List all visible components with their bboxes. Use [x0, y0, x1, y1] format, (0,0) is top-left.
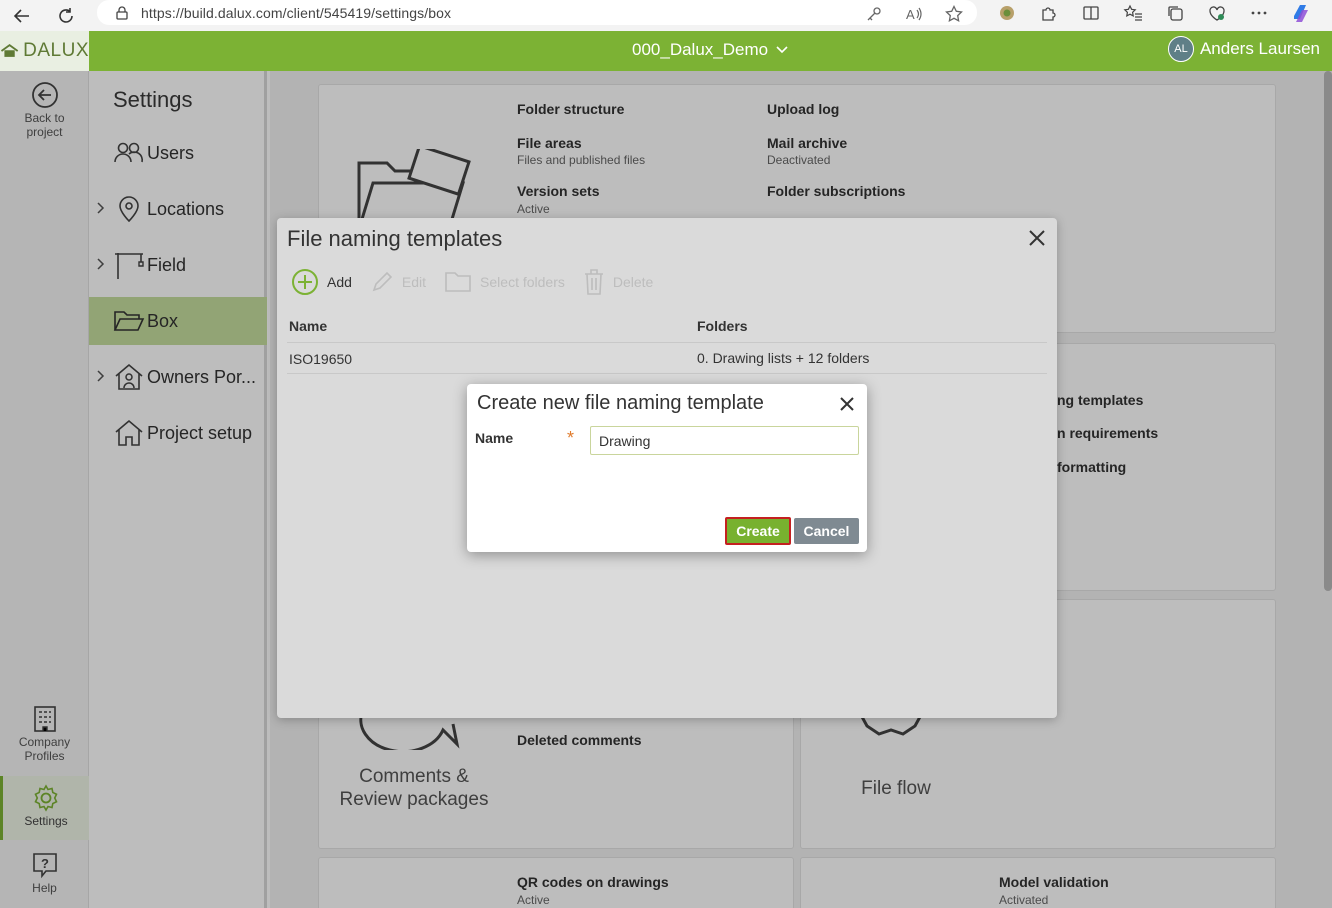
extensions-puzzle-icon[interactable]	[1038, 2, 1060, 24]
collections-icon[interactable]	[1164, 2, 1186, 24]
split-screen-icon[interactable]	[1080, 2, 1102, 24]
template-name-input[interactable]	[590, 426, 859, 455]
column-header-name[interactable]: Name	[289, 318, 327, 334]
dalux-logo[interactable]: DALUX	[0, 31, 89, 71]
select-folders-button[interactable]: Select folders	[444, 270, 565, 294]
user-name: Anders Laursen	[1199, 39, 1320, 58]
cancel-button[interactable]: Cancel	[794, 518, 859, 544]
favorite-star-icon[interactable]	[943, 3, 965, 25]
trash-icon	[584, 269, 603, 295]
table-row[interactable]: ISO19650 0. Drawing lists + 12 folders	[287, 342, 1047, 374]
row-name-cell: ISO19650	[289, 351, 353, 367]
modal-backdrop-rail	[0, 71, 89, 908]
address-bar[interactable]: https://build.dalux.com/client/545419/se…	[97, 0, 977, 25]
refresh-icon[interactable]	[50, 0, 82, 31]
delete-label: Delete	[612, 274, 654, 290]
house-logo-icon	[0, 43, 19, 57]
dialog-title: File naming templates	[287, 226, 503, 251]
folder-icon	[445, 272, 471, 292]
browser-essentials-icon[interactable]	[1206, 2, 1228, 24]
copilot-icon[interactable]	[1290, 2, 1312, 24]
select-folders-label: Select folders	[480, 274, 565, 290]
close-icon[interactable]	[1027, 228, 1047, 248]
pencil-icon	[372, 271, 393, 292]
user-menu[interactable]: AL Anders Laursen	[1167, 36, 1320, 62]
add-label: Add	[327, 274, 352, 290]
favorites-list-icon[interactable]	[1122, 2, 1144, 24]
key-icon[interactable]	[863, 3, 885, 25]
svg-text:A: A	[906, 7, 915, 22]
delete-button[interactable]: Delete	[583, 268, 653, 296]
logo-text: DALUX	[23, 40, 89, 61]
extension-avatar-icon[interactable]	[996, 2, 1018, 24]
close-icon[interactable]	[837, 394, 857, 414]
avatar: AL	[1167, 36, 1194, 62]
chevron-down-icon	[776, 46, 788, 54]
create-dialog-title: Create new file naming template	[477, 392, 764, 414]
create-template-dialog: Create new file naming template Name * C…	[467, 384, 867, 552]
add-button[interactable]: Add	[291, 268, 352, 296]
edit-label: Edit	[401, 274, 427, 290]
back-arrow-icon[interactable]	[6, 0, 38, 31]
edit-button[interactable]: Edit	[370, 270, 426, 294]
name-field-label: Name	[475, 430, 514, 446]
create-button[interactable]: Create	[725, 517, 791, 545]
url-text: https://build.dalux.com/client/545419/se…	[141, 4, 452, 21]
more-menu-icon[interactable]	[1248, 2, 1270, 24]
required-marker: *	[567, 428, 575, 448]
project-selector[interactable]: 000_Dalux_Demo	[632, 40, 788, 60]
add-circle-icon	[292, 269, 318, 295]
dialog-toolbar: Add Edit Select folders Delete	[291, 266, 671, 298]
column-header-folders[interactable]: Folders	[697, 318, 748, 334]
browser-toolbar: https://build.dalux.com/client/545419/se…	[0, 0, 1332, 31]
project-name: 000_Dalux_Demo	[632, 40, 769, 59]
lock-icon	[116, 5, 128, 20]
row-folders-cell: 0. Drawing lists + 12 folders	[697, 350, 870, 366]
read-aloud-icon[interactable]: A	[903, 3, 925, 25]
